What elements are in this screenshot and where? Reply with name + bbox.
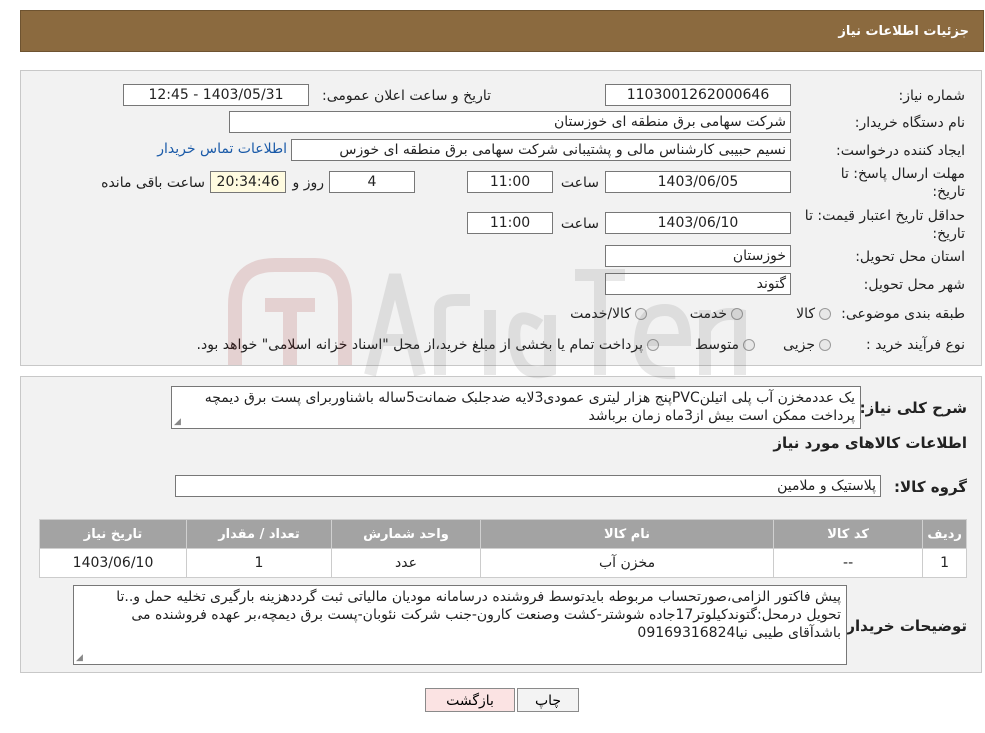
goods-info-title: اطلاعات کالاهای مورد نیاز (773, 434, 967, 452)
need-number-field: 1103001262000646 (605, 84, 791, 106)
city-label: شهر محل تحویل: (863, 277, 965, 293)
col-qty: تعداد / مقدار (186, 519, 332, 549)
treasury-payment-checkbox[interactable] (647, 339, 659, 351)
remaining-label: ساعت باقی مانده (101, 175, 205, 191)
summary-text: یک عددمخزن آب پلی اتیلنPVCپنج هزار لیتری… (204, 390, 855, 424)
remaining-days-field: 4 (329, 171, 415, 193)
announce-label: تاریخ و ساعت اعلان عمومی: (322, 88, 491, 104)
goods-group-label: گروه کالا: (894, 478, 967, 496)
buyer-notes-label: توضیحات خریدار: (840, 617, 967, 635)
table-row: 1 -- مخزن آب عدد 1 1403/06/10 (38, 548, 967, 578)
purchase-minor-radio[interactable] (819, 339, 831, 351)
purchase-minor-label: جزیی (783, 337, 815, 353)
validity-label: حداقل تاریخ اعتبار قیمت: تا (804, 208, 965, 224)
buyer-org-field: شرکت سهامی برق منطقه ای خوزستان (229, 111, 791, 133)
purchase-type-label: نوع فرآیند خرید : (866, 337, 965, 353)
deadline-time-label: ساعت (560, 175, 599, 191)
resize-grip-icon[interactable]: ◢ (174, 418, 181, 427)
col-code: کد کالا (772, 519, 924, 549)
summary-textarea[interactable]: یک عددمخزن آب پلی اتیلنPVCپنج هزار لیتری… (171, 386, 861, 429)
col-unit: واحد شمارش (330, 519, 482, 549)
goods-group-field: پلاستیک و ملامین (175, 475, 881, 497)
requester-field: نسیم حبیبی کارشناس مالی و پشتیبانی شرکت … (291, 139, 791, 161)
category-label: طبقه بندی موضوعی: (841, 306, 965, 322)
buyer-contact-link[interactable]: اطلاعات تماس خریدار (157, 141, 287, 157)
deadline-time-field: 11:00 (467, 171, 553, 193)
resize-grip-icon[interactable]: ◢ (76, 654, 83, 663)
buyer-org-label: نام دستگاه خریدار: (854, 115, 965, 131)
category-service-label: خدمت (689, 306, 727, 322)
province-field: خوزستان (605, 245, 791, 267)
col-date: تاریخ نیاز (38, 519, 188, 549)
print-button[interactable]: چاپ (517, 688, 579, 712)
province-label: استان محل تحویل: (855, 249, 965, 265)
category-goods-radio[interactable] (819, 308, 831, 320)
validity-time-field: 11:00 (467, 212, 553, 234)
deadline-date-field: 1403/06/05 (605, 171, 791, 193)
deadline-label: مهلت ارسال پاسخ: تا (840, 166, 965, 182)
back-button[interactable]: بازگشت (425, 688, 515, 712)
treasury-payment-note: پرداخت تمام یا بخشی از مبلغ خرید،از محل … (196, 337, 643, 353)
validity-date-field: 1403/06/10 (605, 212, 791, 234)
remaining-time-field: 20:34:46 (210, 171, 286, 193)
category-goods-label: کالا (796, 306, 815, 322)
purchase-medium-radio[interactable] (743, 339, 755, 351)
city-field: گتوند (605, 273, 791, 295)
col-name: نام کالا (480, 519, 774, 549)
deadline-label-date: تاریخ: (932, 184, 965, 200)
category-goods-service-radio[interactable] (635, 308, 647, 320)
cell-qty: 1 (186, 548, 332, 578)
category-service-radio[interactable] (731, 308, 743, 320)
cell-unit: عدد (330, 548, 482, 578)
goods-table-header: ردیف کد کالا نام کالا واحد شمارش تعداد /… (38, 519, 967, 549)
page-title: جزئیات اطلاعات نیاز (838, 23, 969, 39)
cell-name: مخزن آب (480, 548, 774, 578)
need-number-label: شماره نیاز: (898, 88, 966, 104)
col-row: ردیف (922, 519, 967, 549)
goods-table: ردیف کد کالا نام کالا واحد شمارش تعداد /… (38, 519, 967, 578)
details-panel: شرح کلی نیاز: یک عددمخزن آب پلی اتیلنPVC… (20, 376, 982, 673)
summary-label: شرح کلی نیاز: (859, 399, 967, 417)
category-goods-service-label: کالا/خدمت (570, 306, 631, 322)
cell-row: 1 (922, 548, 967, 578)
buyer-notes-text: پیش فاکتور الزامی،صورتحساب مربوطه بایدتو… (116, 589, 841, 641)
cell-date: 1403/06/10 (38, 548, 188, 578)
validity-label-date: تاریخ: (932, 226, 965, 242)
info-panel: شماره نیاز: 1103001262000646 تاریخ و ساع… (20, 70, 982, 366)
days-label: روز و (292, 175, 325, 191)
purchase-medium-label: متوسط (695, 337, 739, 353)
validity-time-label: ساعت (560, 216, 599, 232)
buyer-notes-textarea[interactable]: پیش فاکتور الزامی،صورتحساب مربوطه بایدتو… (73, 585, 847, 665)
page-header: جزئیات اطلاعات نیاز (20, 10, 984, 52)
cell-code: -- (772, 548, 924, 578)
announce-field: 1403/05/31 - 12:45 (123, 84, 309, 106)
requester-label: ایجاد کننده درخواست: (836, 143, 965, 159)
